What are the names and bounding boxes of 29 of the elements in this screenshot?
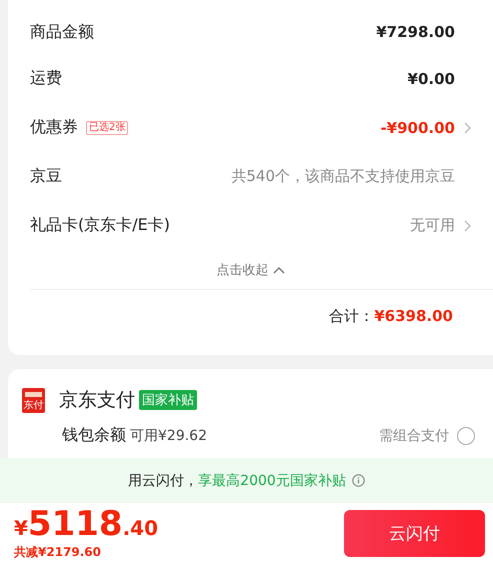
row-label: 优惠券 xyxy=(30,117,78,138)
wallet-label: 钱包余额 xyxy=(62,425,126,446)
payment-title: 京东支付 xyxy=(59,388,135,413)
row-label: 商品金额 xyxy=(30,22,94,42)
pay-amount: ¥5118.40 xyxy=(14,506,158,540)
chevron-icon[interactable] xyxy=(464,122,470,134)
subsidy-tag: 国家补贴 xyxy=(139,390,197,410)
row-value: 共540个，该商品不支持使用京豆 xyxy=(231,167,455,186)
caret-icon xyxy=(272,266,284,274)
collapse-button[interactable]: 点击收起 xyxy=(210,253,290,287)
info-icon[interactable] xyxy=(352,474,365,487)
saving-amount: 共减¥2179.60 xyxy=(14,544,102,560)
row-value: -¥900.00 xyxy=(380,118,455,136)
total-label: 合计： xyxy=(329,306,374,326)
wallet-icon: 东付 xyxy=(22,388,45,412)
row-label: 运费 xyxy=(30,68,62,89)
row-label: 京豆 xyxy=(30,166,62,187)
row-label: 礼品卡(京东卡/E卡) xyxy=(30,215,170,236)
promo-text: 用云闪付，享最高2000元国家补贴 xyxy=(128,472,346,490)
pay-button[interactable]: 云闪付 xyxy=(344,510,485,557)
wallet-balance: 可用¥29.62 xyxy=(130,426,207,444)
total-amount: ¥6398.00 xyxy=(374,307,453,325)
chevron-icon[interactable] xyxy=(464,220,470,232)
row-value: ¥0.00 xyxy=(408,70,455,88)
row-value: 无可用 xyxy=(410,216,455,235)
radio-button[interactable] xyxy=(457,426,475,444)
row-value: ¥7298.00 xyxy=(376,23,455,41)
combined-pay-hint: 需组合支付 xyxy=(379,426,449,444)
coupon-tag: 已选2张 xyxy=(86,120,128,134)
